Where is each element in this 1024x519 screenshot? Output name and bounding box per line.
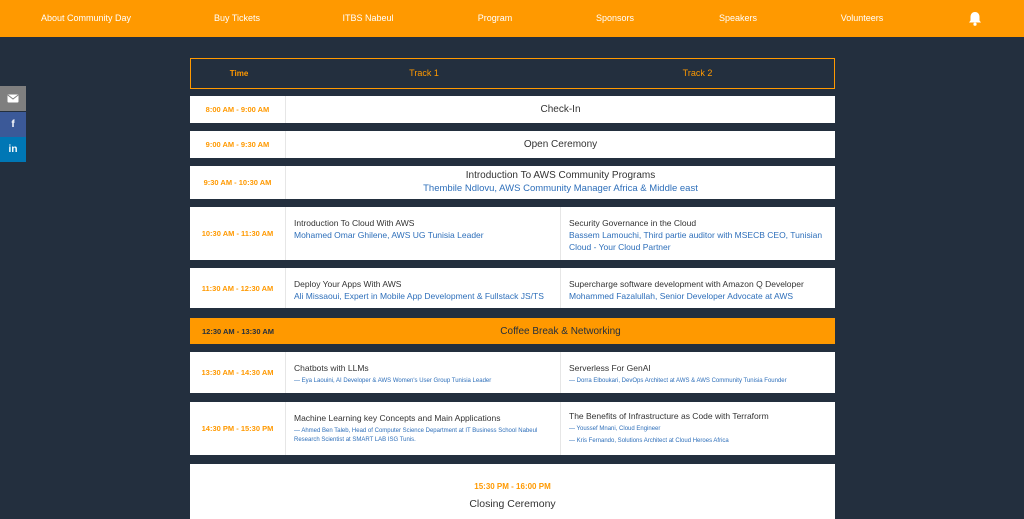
row-time: 11:30 AM - 12:30 AM xyxy=(190,268,286,308)
share-linkedin-button[interactable]: in xyxy=(0,137,26,162)
session-title: Machine Learning key Concepts and Main A… xyxy=(294,413,501,423)
session-track-1: Deploy Your Apps With AWS Ali Missaoui, … xyxy=(286,268,561,308)
session-speaker[interactable]: — Dorra Elboukari, DevOps Architect at A… xyxy=(569,377,827,386)
share-email-button[interactable] xyxy=(0,86,26,111)
session-track-2: Security Governance in the Cloud Bassem … xyxy=(561,207,835,260)
facebook-icon: f xyxy=(11,119,15,130)
session-full: Open Ceremony xyxy=(286,131,835,158)
session-speaker[interactable]: — Kris Fernando, Solutions Architect at … xyxy=(569,437,827,446)
schedule-row-check-in: 8:00 AM - 9:00 AM Check-In xyxy=(190,96,835,123)
session-track-1: Chatbots with LLMs — Eya Laouini, AI Dev… xyxy=(286,352,561,393)
email-icon xyxy=(7,94,19,103)
session-speaker[interactable]: Mohamed Omar Ghilene, AWS UG Tunisia Lea… xyxy=(294,229,552,241)
header-track-2: Track 2 xyxy=(682,68,713,78)
session-title: Deploy Your Apps With AWS xyxy=(294,279,402,289)
schedule-header: Time Track 1 Track 2 xyxy=(190,58,835,89)
session-speaker[interactable]: — Youssef Mnani, Cloud Engineer xyxy=(569,425,827,434)
session-title: Introduction To Cloud With AWS xyxy=(294,218,415,228)
session-speaker[interactable]: Ali Missaoui, Expert in Mobile App Devel… xyxy=(294,290,552,302)
nav-volunteers[interactable]: Volunteers xyxy=(841,0,884,37)
header-time: Time xyxy=(229,69,249,78)
row-time: 15:30 PM - 16:00 PM xyxy=(474,482,551,491)
session-speaker[interactable]: Mohammed Fazalullah, Senior Developer Ad… xyxy=(569,290,827,302)
schedule-row-1130: 11:30 AM - 12:30 AM Deploy Your Apps Wit… xyxy=(190,268,835,308)
share-facebook-button[interactable]: f xyxy=(0,112,26,137)
session-track-2: The Benefits of Infrastructure as Code w… xyxy=(561,402,835,455)
schedule-row-open-ceremony: 9:00 AM - 9:30 AM Open Ceremony xyxy=(190,131,835,158)
session-full: Introduction To AWS Community Programs T… xyxy=(286,166,835,199)
session-title: Check-In xyxy=(540,104,581,115)
session-speaker[interactable]: — Ahmed Ben Taleb, Head of Computer Scie… xyxy=(294,427,552,445)
header-track-1: Track 1 xyxy=(409,68,439,78)
nav-speakers[interactable]: Speakers xyxy=(719,0,757,37)
session-full: Check-In xyxy=(286,96,835,123)
row-time: 13:30 AM - 14:30 AM xyxy=(190,352,286,393)
session-full: Coffee Break & Networking xyxy=(286,318,835,344)
session-title: Security Governance in the Cloud xyxy=(569,218,697,228)
session-track-2: Supercharge software development with Am… xyxy=(561,268,835,308)
session-track-1: Introduction To Cloud With AWS Mohamed O… xyxy=(286,207,561,260)
row-time: 8:00 AM - 9:00 AM xyxy=(190,96,286,123)
schedule-row-coffee-break: 12:30 AM - 13:30 AM Coffee Break & Netwo… xyxy=(190,318,835,344)
session-track-2: Serverless For GenAI — Dorra Elboukari, … xyxy=(561,352,835,393)
row-time: 9:30 AM - 10:30 AM xyxy=(190,166,286,199)
nav-buy-tickets[interactable]: Buy Tickets xyxy=(214,0,260,37)
nav-program[interactable]: Program xyxy=(478,0,513,37)
schedule-row-closing-ceremony: 15:30 PM - 16:00 PM Closing Ceremony xyxy=(190,464,835,519)
row-time: 12:30 AM - 13:30 AM xyxy=(202,326,274,336)
session-speaker[interactable]: — Eya Laouini, AI Developer & AWS Women'… xyxy=(294,377,552,386)
schedule-row-1330: 13:30 AM - 14:30 AM Chatbots with LLMs —… xyxy=(190,352,835,393)
schedule-row-1430: 14:30 PM - 15:30 PM Machine Learning key… xyxy=(190,402,835,455)
row-time: 9:00 AM - 9:30 AM xyxy=(190,131,286,158)
session-title: Closing Ceremony xyxy=(469,498,556,510)
session-speaker[interactable]: Bassem Lamouchi, Third partie auditor wi… xyxy=(569,229,827,253)
nav-about-community-day[interactable]: About Community Day xyxy=(41,0,131,37)
session-title: Open Ceremony xyxy=(523,139,598,150)
session-title: Chatbots with LLMs xyxy=(294,363,369,373)
session-title: The Benefits of Infrastructure as Code w… xyxy=(569,411,769,421)
session-title: Supercharge software development with Am… xyxy=(569,279,804,289)
nav-sponsors[interactable]: Sponsors xyxy=(596,0,634,37)
row-time: 10:30 AM - 11:30 AM xyxy=(190,207,286,260)
session-title: Coffee Break & Networking xyxy=(500,325,621,337)
bell-icon[interactable] xyxy=(968,11,982,26)
nav-itbs-nabeul[interactable]: ITBS Nabeul xyxy=(342,0,393,37)
session-speaker[interactable]: Thembile Ndlovu, AWS Community Manager A… xyxy=(423,183,698,195)
session-title: Serverless For GenAI xyxy=(569,363,651,373)
schedule-row-intro-community: 9:30 AM - 10:30 AM Introduction To AWS C… xyxy=(190,166,835,199)
session-title: Introduction To AWS Community Programs xyxy=(465,170,656,181)
linkedin-icon: in xyxy=(8,144,18,155)
session-track-1: Machine Learning key Concepts and Main A… xyxy=(286,402,561,455)
schedule-row-1030: 10:30 AM - 11:30 AM Introduction To Clou… xyxy=(190,207,835,260)
top-navbar: About Community Day Buy Tickets ITBS Nab… xyxy=(0,0,1024,37)
row-time: 14:30 PM - 15:30 PM xyxy=(190,402,286,455)
